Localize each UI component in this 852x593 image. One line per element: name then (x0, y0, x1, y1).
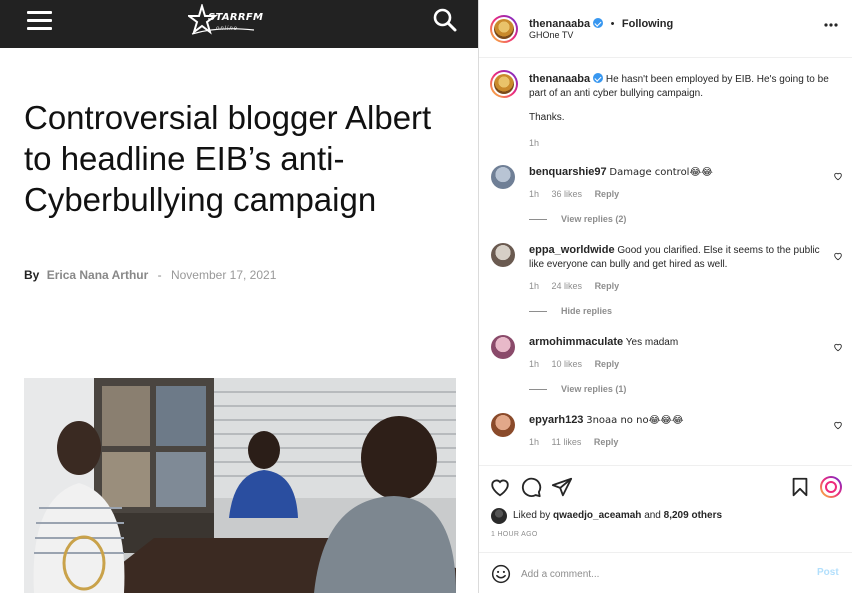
search-icon[interactable] (432, 7, 458, 33)
reply-button[interactable]: Reply (595, 281, 620, 291)
comment-icon[interactable] (520, 476, 542, 498)
post-location[interactable]: GHOne TV (529, 30, 573, 40)
reply-button[interactable]: Reply (594, 437, 619, 447)
comment-likes[interactable]: 10 likes (552, 359, 583, 369)
post-timestamp[interactable]: 1 HOUR AGO (491, 531, 538, 538)
view-replies-button[interactable]: View replies (1) (529, 384, 626, 394)
liked-by-avatar[interactable] (491, 508, 507, 524)
comment-meta: 1h 36 likes Reply (529, 189, 629, 199)
hide-replies-button[interactable]: Hide replies (529, 306, 612, 316)
comment-username[interactable]: epyarh123 (529, 414, 583, 426)
instagram-panel: thenanaaba • Following GHOne TV thenanaa… (478, 0, 852, 593)
caption-username[interactable]: thenanaaba (529, 73, 590, 85)
post-header: thenanaaba • Following GHOne TV (479, 0, 852, 58)
article-author[interactable]: Erica Nana Arthur (47, 268, 149, 282)
article-byline: By Erica Nana Arthur - November 17, 2021 (24, 268, 276, 282)
comment-text-block: armohimmaculate Yes madam (529, 335, 827, 350)
comment-likes[interactable]: 11 likes (552, 437, 582, 447)
reply-button[interactable]: Reply (595, 359, 620, 369)
comment-meta: 1h 11 likes Reply (529, 437, 628, 447)
liked-by-text: Liked by qwaedjo_aceamah and 8,209 other… (513, 510, 722, 521)
meeting-photo-illustration (24, 378, 456, 593)
header-dot: • (610, 18, 615, 30)
comment-time: 1h (529, 189, 540, 199)
comment-likes[interactable]: 36 likes (552, 189, 583, 199)
bookmark-icon[interactable] (789, 476, 811, 498)
liked-by-and: and (644, 510, 661, 521)
comment-likes[interactable]: 24 likes (552, 281, 583, 291)
caption-thanks: Thanks. (529, 112, 565, 123)
comment-username[interactable]: eppa_worldwide (529, 244, 615, 256)
more-options-icon[interactable] (823, 22, 839, 28)
following-button[interactable]: Following (622, 18, 673, 30)
commenter-avatar[interactable] (491, 165, 515, 189)
comment-username[interactable]: benquarshie97 (529, 166, 607, 178)
byline-by: By (24, 268, 40, 282)
comment-time: 1h (529, 281, 540, 291)
site-logo-subtext: online (216, 26, 239, 32)
story-icon[interactable] (820, 476, 842, 498)
view-replies-button[interactable]: View replies (2) (529, 214, 626, 224)
comment-text-block: benquarshie97 Damage control😂😂 (529, 165, 827, 180)
commenter-avatar[interactable] (491, 243, 515, 267)
comment-input[interactable] (521, 566, 791, 582)
header-username[interactable]: thenanaaba (529, 18, 590, 30)
commenter-avatar[interactable] (491, 335, 515, 359)
commenter-avatar[interactable] (491, 413, 515, 437)
article-headline: Controversial blogger Albert to headline… (24, 99, 432, 218)
comment-text: 3noaa no no😂😂😂 (586, 415, 684, 426)
post-actions (479, 465, 852, 507)
post-comment-button[interactable]: Post (817, 567, 839, 578)
comment-text-block: eppa_worldwide Good you clarified. Else … (529, 243, 827, 272)
comment-text: Damage control😂😂 (609, 167, 713, 178)
comment-heart-icon[interactable] (833, 342, 843, 352)
hamburger-icon[interactable] (27, 11, 52, 31)
liked-by-count[interactable]: 8,209 others (664, 510, 722, 521)
paper-plane-icon[interactable] (551, 476, 573, 498)
liked-by-prefix: Liked by (513, 510, 551, 521)
comment-meta: 1h 10 likes Reply (529, 359, 629, 369)
caption-avatar[interactable] (490, 70, 518, 98)
emoji-icon[interactable] (491, 564, 511, 584)
article-date: November 17, 2021 (170, 268, 277, 282)
comment-heart-icon[interactable] (833, 251, 843, 261)
verified-badge-icon (593, 73, 604, 83)
comment-heart-icon[interactable] (833, 420, 843, 430)
article-panel: STARRFM online Controversial blogger Alb… (0, 0, 478, 593)
caption-text-block: thenanaaba He hasn't been employed by EI… (529, 72, 839, 101)
comment-text-block: epyarh123 3noaa no no😂😂😂 (529, 413, 827, 428)
author-avatar[interactable] (490, 15, 518, 43)
comment-heart-icon[interactable] (833, 171, 843, 181)
reply-button[interactable]: Reply (595, 189, 620, 199)
site-header: STARRFM online (0, 0, 478, 48)
heart-icon[interactable] (489, 476, 511, 498)
comment-text: Yes madam (625, 337, 679, 348)
liked-by-user[interactable]: qwaedjo_aceamah (553, 510, 641, 521)
add-comment-bar: Post (479, 552, 852, 593)
article-photo (24, 378, 456, 593)
comment-meta: 1h 24 likes Reply (529, 281, 629, 291)
byline-separator: - (157, 268, 162, 282)
site-logo[interactable]: STARRFM online (188, 4, 263, 40)
comment-time: 1h (529, 359, 540, 369)
comment-time: 1h (529, 437, 540, 447)
comment-username[interactable]: armohimmaculate (529, 336, 623, 348)
caption-time: 1h (529, 138, 540, 148)
site-logo-text: STARRFM (208, 12, 264, 23)
verified-badge-icon (593, 18, 604, 28)
